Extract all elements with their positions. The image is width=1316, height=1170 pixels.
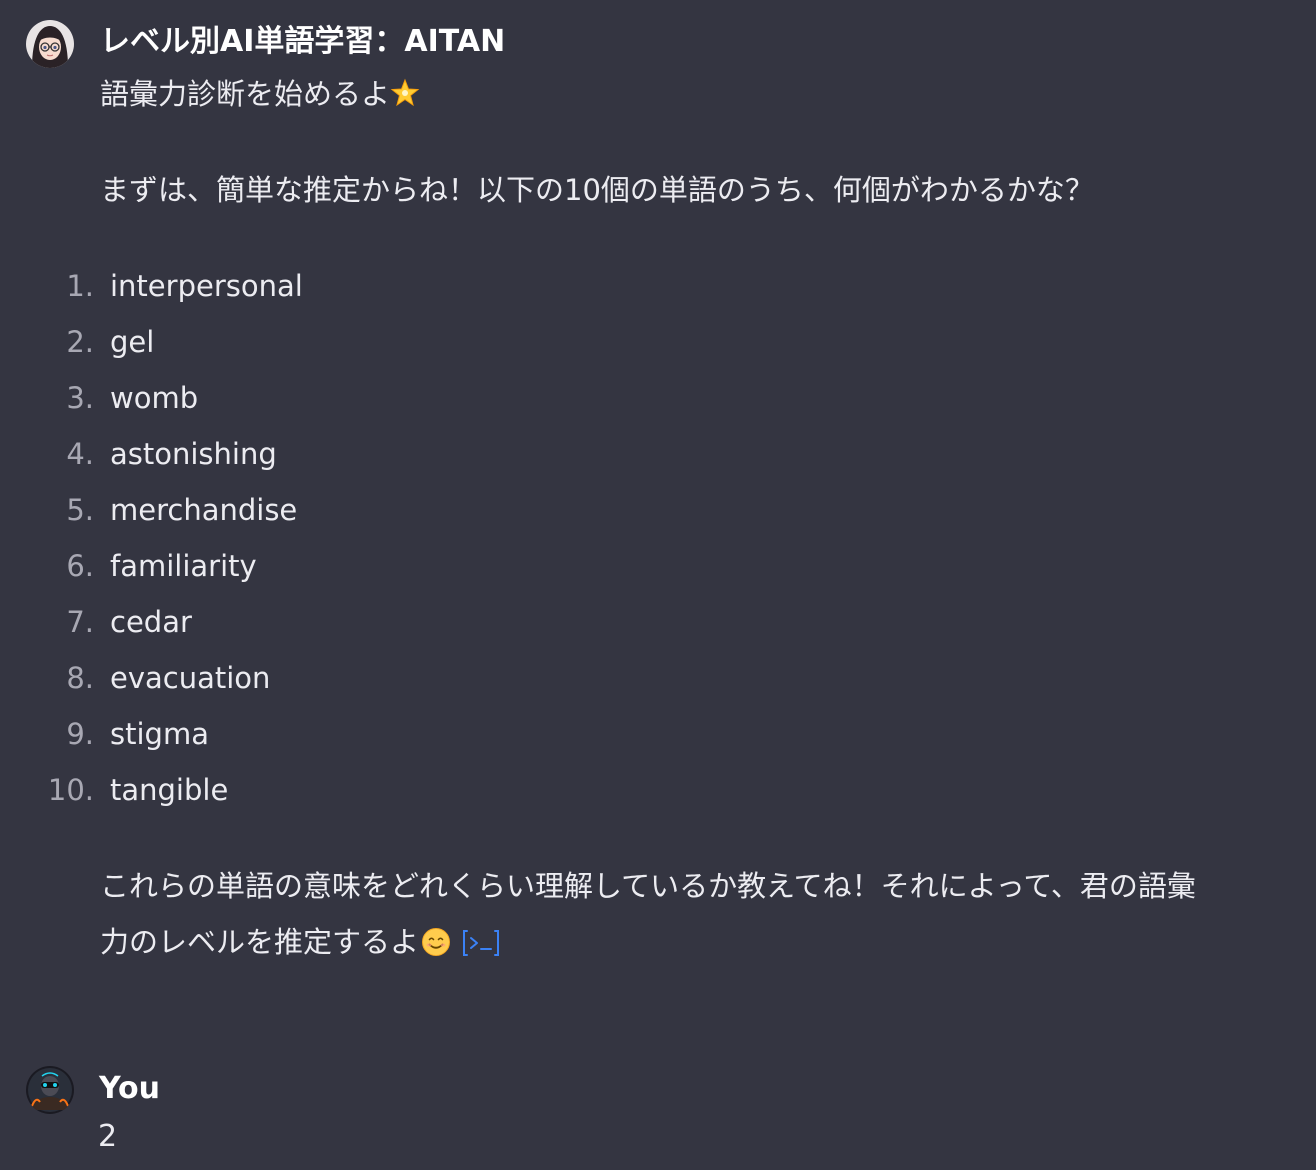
list-word: evacuation [110, 661, 271, 695]
list-word: merchandise [110, 493, 298, 527]
intro-text: 語彙力診断を始めるよ [100, 66, 420, 122]
list-number: 7. [66, 605, 94, 639]
list-number: 8. [66, 661, 94, 695]
smiling-face-icon [422, 928, 451, 956]
list-word: tangible [110, 773, 229, 807]
list-number: 5. [66, 493, 94, 527]
list-word: stigma [110, 717, 209, 751]
list-word: interpersonal [110, 269, 303, 303]
list-number: 10. [47, 773, 94, 807]
closing-text-line1: これらの単語の意味をどれくらい理解しているか教えてね！それによって、君の語彙 [100, 869, 1196, 903]
closing-label: 力のレベルを推定するよ [100, 925, 420, 959]
list-word: familiarity [110, 549, 257, 583]
list-number: 9. [66, 717, 94, 751]
list-number: 3. [66, 381, 94, 415]
list-number: 2. [66, 325, 94, 359]
list-number: 4. [66, 437, 94, 471]
user-message-text: 2 [98, 1119, 118, 1154]
intro-label: 語彙力診断を始めるよ [100, 77, 391, 111]
list-number: 1. [66, 269, 94, 303]
assistant-message: レベル別AI単語学習：AITAN 語彙力診断を始めるよ まずは、簡単な推定からね… [0, 0, 1316, 1000]
user-avatar [26, 1066, 74, 1114]
sparkle-star-icon [390, 78, 420, 107]
code-interpreter-icon[interactable] [461, 928, 501, 958]
anime-girl-avatar-icon [26, 20, 74, 68]
user-character-avatar-icon [26, 1066, 74, 1114]
list-number: 6. [66, 549, 94, 583]
list-word: womb [110, 381, 199, 415]
question-text: まずは、簡単な推定からね！以下の10個の単語のうち、何個がわかるかな？ [100, 173, 1094, 207]
list-word: cedar [110, 605, 192, 639]
list-word: gel [110, 325, 155, 359]
assistant-avatar [26, 20, 74, 68]
closing-text-line2: 力のレベルを推定するよ [100, 914, 501, 970]
assistant-name: レベル別AI単語学習：AITAN [100, 24, 506, 59]
list-word: astonishing [110, 437, 277, 471]
user-message: You 2 [0, 1040, 1316, 1170]
user-name: You [99, 1071, 160, 1106]
